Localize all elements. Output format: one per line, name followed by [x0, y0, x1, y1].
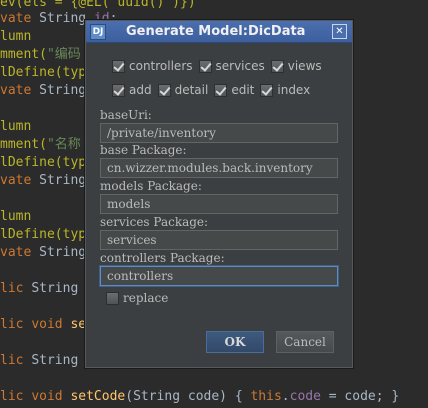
code-token: (String code) {	[125, 389, 251, 404]
code-line: lic String	[0, 280, 86, 298]
code-token: mment(	[0, 137, 47, 152]
models-package-label: models Package:	[100, 179, 202, 193]
services-package-label: services Package:	[100, 215, 209, 229]
code-token: setCode	[70, 389, 126, 404]
code-token: String	[39, 173, 87, 188]
code-token: vate	[0, 245, 40, 260]
code-line: mment("名称	[0, 136, 81, 154]
base-package-input[interactable]: cn.wizzer.modules.back.inventory	[100, 158, 338, 178]
code-token: this	[250, 389, 282, 404]
code-token: = code; }	[320, 389, 400, 404]
checkbox-label: views	[287, 59, 322, 73]
code-token: vate	[0, 83, 40, 98]
code-line: vate String	[0, 244, 86, 262]
code-token: lumn	[0, 209, 32, 224]
checkbox-label: add	[129, 83, 152, 97]
checkbox-label: edit	[231, 83, 255, 97]
code-token: lic	[0, 317, 32, 332]
code-token: mment(	[0, 47, 47, 62]
code-token: vate	[0, 173, 40, 188]
code-line: lDefine(typ	[0, 226, 86, 244]
code-line: mment("编码	[0, 46, 81, 64]
code-token: lumn	[0, 119, 32, 134]
replace-checkbox[interactable]: replace	[106, 291, 168, 305]
code-line: lic String	[0, 352, 86, 370]
code-line: lic void set	[0, 316, 94, 334]
code-token: "名称	[46, 137, 81, 152]
code-token: String	[39, 245, 87, 260]
checkbox-label: services	[215, 59, 265, 73]
cancel-button[interactable]: Cancel	[276, 331, 334, 353]
ok-button[interactable]: OK	[206, 331, 264, 353]
checkbox-label: controllers	[129, 59, 193, 73]
code-token: void	[31, 389, 71, 404]
checkbox-box[interactable]	[157, 83, 171, 97]
code-line: lDefine(typ	[0, 64, 86, 82]
code-token: lic	[0, 353, 32, 368]
models-package-input[interactable]: models	[100, 194, 338, 214]
code-token: lDefine(typ	[0, 155, 87, 170]
checkbox-box[interactable]	[260, 83, 274, 97]
base-uri-label: baseUri:	[100, 108, 152, 122]
services-package-input[interactable]: services	[100, 230, 338, 250]
code-token: String	[39, 83, 87, 98]
code-token: "编码	[46, 47, 81, 62]
replace-checkbox-box[interactable]	[106, 291, 119, 305]
code-token: lic	[0, 281, 32, 296]
code-token: .	[281, 389, 290, 404]
checkbox-views[interactable]: views	[270, 59, 322, 73]
checkbox-label: detail	[174, 83, 209, 97]
action-checkbox-row: add detail edit index	[112, 81, 316, 99]
layer-checkbox-row: controllers services views	[112, 57, 328, 75]
base-uri-input[interactable]: /private/inventory	[100, 123, 338, 143]
code-token: lDefine(typ	[0, 227, 87, 242]
code-token: ev(els = {@EL("uuid()")})	[0, 0, 196, 10]
plugin-icon: DJ	[90, 24, 106, 40]
checkbox-box[interactable]	[214, 83, 228, 97]
code-line: lumn	[0, 118, 31, 136]
code-line: lic void setCode(String code) { this.cod…	[0, 388, 399, 406]
checkbox-box[interactable]	[112, 59, 125, 73]
checkbox-edit[interactable]: edit	[214, 83, 254, 97]
checkbox-label: index	[277, 83, 311, 97]
checkbox-box[interactable]	[198, 59, 212, 73]
code-token: vate	[0, 11, 40, 26]
checkbox-box[interactable]	[270, 59, 284, 73]
checkbox-box[interactable]	[112, 83, 125, 97]
dialog-titlebar[interactable]: DJ Generate Model:DicData ✕	[86, 21, 352, 43]
base-package-label: base Package:	[100, 143, 187, 157]
code-token: lDefine(typ	[0, 65, 87, 80]
controllers-package-label: controllers Package:	[100, 251, 225, 265]
code-token: code	[289, 389, 321, 404]
code-token: String	[31, 353, 87, 368]
code-token: lumn	[0, 29, 32, 44]
code-token: lic	[0, 389, 32, 404]
close-button[interactable]: ✕	[332, 24, 347, 39]
controllers-package-input[interactable]: controllers	[100, 266, 338, 286]
checkbox-controllers[interactable]: controllers	[112, 59, 193, 73]
generate-model-dialog: DJ Generate Model:DicData ✕ controllers s…	[85, 20, 353, 368]
code-token: String	[31, 281, 87, 296]
dialog-title: Generate Model:DicData	[126, 24, 306, 39]
code-line: lumn	[0, 208, 31, 226]
checkbox-index[interactable]: index	[260, 83, 310, 97]
code-line: lDefine(typ	[0, 154, 86, 172]
code-line: vate String	[0, 82, 86, 100]
replace-label: replace	[123, 291, 169, 305]
code-token: void	[31, 317, 71, 332]
checkbox-detail[interactable]: detail	[157, 83, 209, 97]
checkbox-add[interactable]: add	[112, 83, 152, 97]
code-line: lumn	[0, 28, 31, 46]
code-line: vate String	[0, 172, 86, 190]
checkbox-services[interactable]: services	[198, 59, 265, 73]
